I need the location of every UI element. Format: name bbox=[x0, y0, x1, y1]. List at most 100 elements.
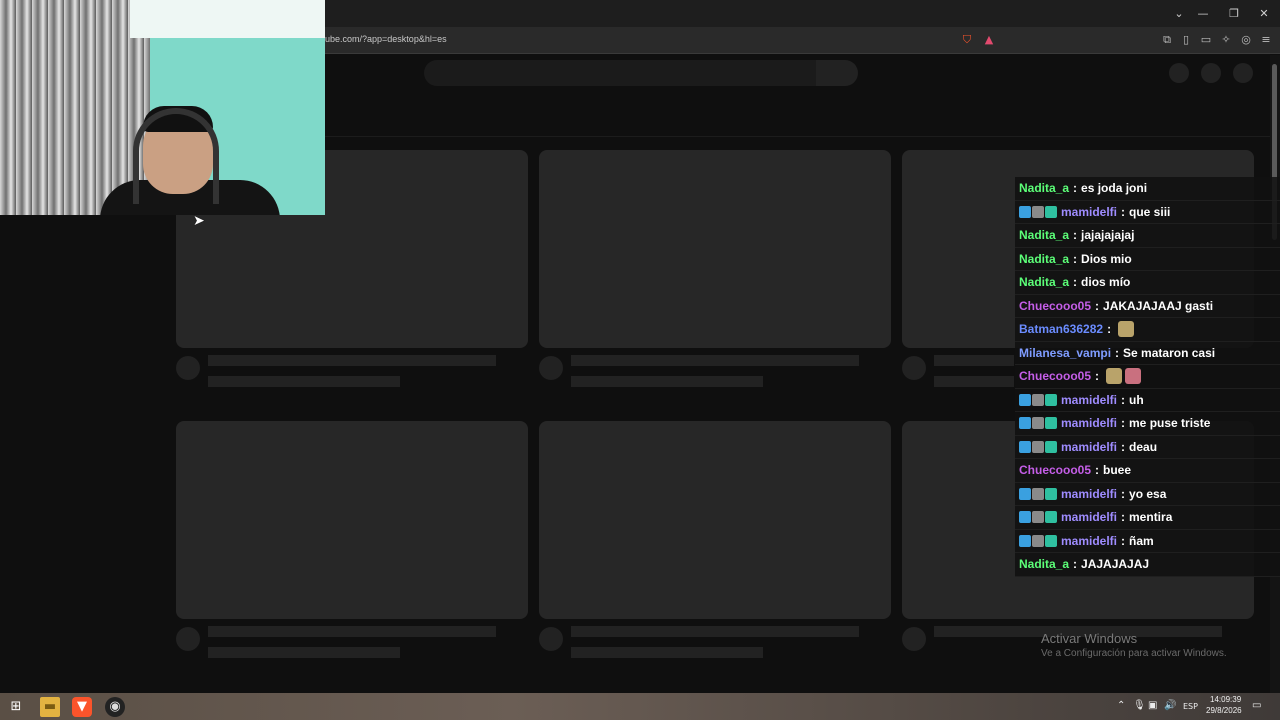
chat-separator: : bbox=[1095, 369, 1100, 384]
chat-separator: : bbox=[1073, 251, 1078, 266]
video-thumbnail-placeholder[interactable] bbox=[176, 421, 528, 619]
brave-browser-icon[interactable]: ▼ bbox=[72, 697, 92, 717]
chat-message: Chuecooo05: buee bbox=[1015, 459, 1280, 483]
tray-chevron-icon[interactable]: ⌃ bbox=[1117, 700, 1125, 711]
chat-username[interactable]: Chuecooo05 bbox=[1019, 369, 1091, 383]
meta-placeholder bbox=[208, 647, 400, 658]
chat-badge-icon bbox=[1032, 534, 1044, 547]
chat-username[interactable]: Chuecooo05 bbox=[1019, 463, 1091, 477]
close-button[interactable]: ✕ bbox=[1249, 0, 1279, 27]
clock-time[interactable]: 14:09:39 bbox=[1210, 695, 1241, 704]
chat-username[interactable]: mamidelfi bbox=[1061, 510, 1117, 524]
chat-username[interactable]: mamidelfi bbox=[1061, 487, 1117, 501]
title-placeholder bbox=[208, 626, 496, 637]
chat-badge-icon bbox=[1045, 393, 1057, 406]
chat-badge-icon bbox=[1019, 511, 1031, 524]
brave-rewards-icon[interactable]: ▲ bbox=[982, 33, 996, 47]
chat-badges-icon bbox=[1019, 440, 1057, 453]
chat-badges-icon bbox=[1019, 417, 1057, 430]
avatar bbox=[1233, 63, 1253, 83]
chat-username[interactable]: Nadita_a bbox=[1019, 557, 1069, 571]
chat-username[interactable]: Nadita_a bbox=[1019, 252, 1069, 266]
chat-message: Nadita_a: dios mío bbox=[1015, 271, 1280, 295]
chat-badge-icon bbox=[1019, 417, 1031, 430]
meta-placeholder bbox=[934, 376, 1014, 387]
chat-separator: : bbox=[1121, 439, 1126, 454]
chat-message: mamidelfi: deau bbox=[1015, 435, 1280, 459]
activation-watermark-subtitle: Ve a Configuración para activar Windows. bbox=[1041, 648, 1227, 659]
chat-badges-icon bbox=[1019, 393, 1057, 406]
file-explorer-icon[interactable]: ▬ bbox=[40, 697, 60, 717]
chat-message: Chuecooo05: bbox=[1015, 365, 1280, 389]
video-thumbnail-placeholder[interactable] bbox=[539, 150, 891, 348]
chat-overlay: Nadita_a: es joda joni mamidelfi: que siii N… bbox=[1015, 177, 1280, 577]
chat-username[interactable]: mamidelfi bbox=[1061, 416, 1117, 430]
title-placeholder bbox=[208, 355, 496, 366]
chat-separator: : bbox=[1121, 392, 1126, 407]
chat-separator: : bbox=[1073, 557, 1078, 572]
chat-username[interactable]: Chuecooo05 bbox=[1019, 299, 1091, 313]
chat-badge-icon bbox=[1045, 205, 1057, 218]
chat-message-text: deau bbox=[1129, 439, 1158, 454]
search-button[interactable] bbox=[816, 60, 858, 86]
chat-badge-icon bbox=[1045, 417, 1057, 430]
clock-date[interactable]: 29/8/2026 bbox=[1206, 706, 1242, 715]
network-icon[interactable]: ▣ bbox=[1148, 700, 1157, 711]
volume-icon[interactable]: 🔊 bbox=[1164, 700, 1176, 711]
video-thumbnail-placeholder[interactable] bbox=[539, 421, 891, 619]
chat-username[interactable]: Nadita_a bbox=[1019, 181, 1069, 195]
chat-separator: : bbox=[1095, 463, 1100, 478]
chat-message: Batman636282: bbox=[1015, 318, 1280, 342]
chat-message: Nadita_a: JAJAJAJAJ bbox=[1015, 553, 1280, 577]
restore-button[interactable]: ❐ bbox=[1219, 0, 1249, 27]
chat-username[interactable]: Nadita_a bbox=[1019, 228, 1069, 242]
chat-username[interactable]: mamidelfi bbox=[1061, 393, 1117, 407]
chat-message: Nadita_a: Dios mio bbox=[1015, 247, 1280, 271]
microphone-icon[interactable]: 🎙 bbox=[1133, 700, 1146, 711]
chat-message: mamidelfi: me puse triste bbox=[1015, 412, 1280, 436]
chat-message-text: buee bbox=[1103, 463, 1132, 478]
chat-message: Chuecooo05: JAKAJAJAAJ gasti bbox=[1015, 294, 1280, 318]
chat-username[interactable]: mamidelfi bbox=[1061, 205, 1117, 219]
chat-separator: : bbox=[1107, 322, 1112, 337]
brave-shields-icon[interactable]: ⛉ bbox=[960, 33, 974, 47]
chat-badge-icon bbox=[1032, 440, 1044, 453]
extensions-icon[interactable]: ⧉ bbox=[1160, 33, 1174, 47]
chat-badge-icon bbox=[1045, 440, 1057, 453]
chat-username[interactable]: Batman636282 bbox=[1019, 322, 1103, 336]
language-indicator[interactable]: ESP bbox=[1183, 702, 1198, 711]
minimize-button[interactable]: — bbox=[1188, 0, 1218, 27]
chat-username[interactable]: mamidelfi bbox=[1061, 440, 1117, 454]
menu-icon[interactable]: ≡ bbox=[1259, 33, 1273, 47]
chat-username[interactable]: Nadita_a bbox=[1019, 275, 1069, 289]
activation-watermark-title: Activar Windows bbox=[1041, 631, 1138, 646]
chat-username[interactable]: Milanesa_vampi bbox=[1019, 346, 1111, 360]
address-bar[interactable]: ube.com/?app=desktop&hl=es bbox=[325, 34, 447, 44]
chat-message-text: yo esa bbox=[1129, 486, 1167, 501]
chat-message-text: me puse triste bbox=[1129, 416, 1211, 431]
wallet-icon[interactable]: ▭ bbox=[1199, 33, 1213, 47]
chat-separator: : bbox=[1121, 204, 1126, 219]
chat-message: mamidelfi: que siii bbox=[1015, 200, 1280, 224]
search-input[interactable] bbox=[424, 60, 816, 86]
sidebar-icon[interactable]: ▯ bbox=[1179, 33, 1193, 47]
header-placeholder-icon bbox=[1201, 63, 1221, 83]
header-placeholder-icon bbox=[1169, 63, 1189, 83]
chat-badge-icon bbox=[1045, 511, 1057, 524]
chat-separator: : bbox=[1095, 298, 1100, 313]
notifications-icon[interactable]: ▭ bbox=[1252, 700, 1261, 711]
title-placeholder bbox=[571, 626, 859, 637]
chat-badge-icon bbox=[1032, 205, 1044, 218]
obs-studio-icon[interactable]: ◉ bbox=[105, 697, 125, 717]
vpn-icon[interactable]: ◎ bbox=[1239, 33, 1253, 47]
leo-icon[interactable]: ✧ bbox=[1219, 33, 1233, 47]
chat-badges-icon bbox=[1019, 534, 1057, 547]
chat-message: mamidelfi: ñam bbox=[1015, 529, 1280, 553]
windows-start-icon[interactable]: ⊞ bbox=[6, 697, 26, 717]
channel-avatar-placeholder bbox=[176, 627, 200, 651]
chat-username[interactable]: mamidelfi bbox=[1061, 534, 1117, 548]
chat-message-text: JAJAJAJAJ bbox=[1081, 557, 1150, 572]
chat-badge-icon bbox=[1019, 534, 1031, 547]
chat-message: Nadita_a: jajajajajaj bbox=[1015, 224, 1280, 248]
chat-badge-icon bbox=[1032, 487, 1044, 500]
